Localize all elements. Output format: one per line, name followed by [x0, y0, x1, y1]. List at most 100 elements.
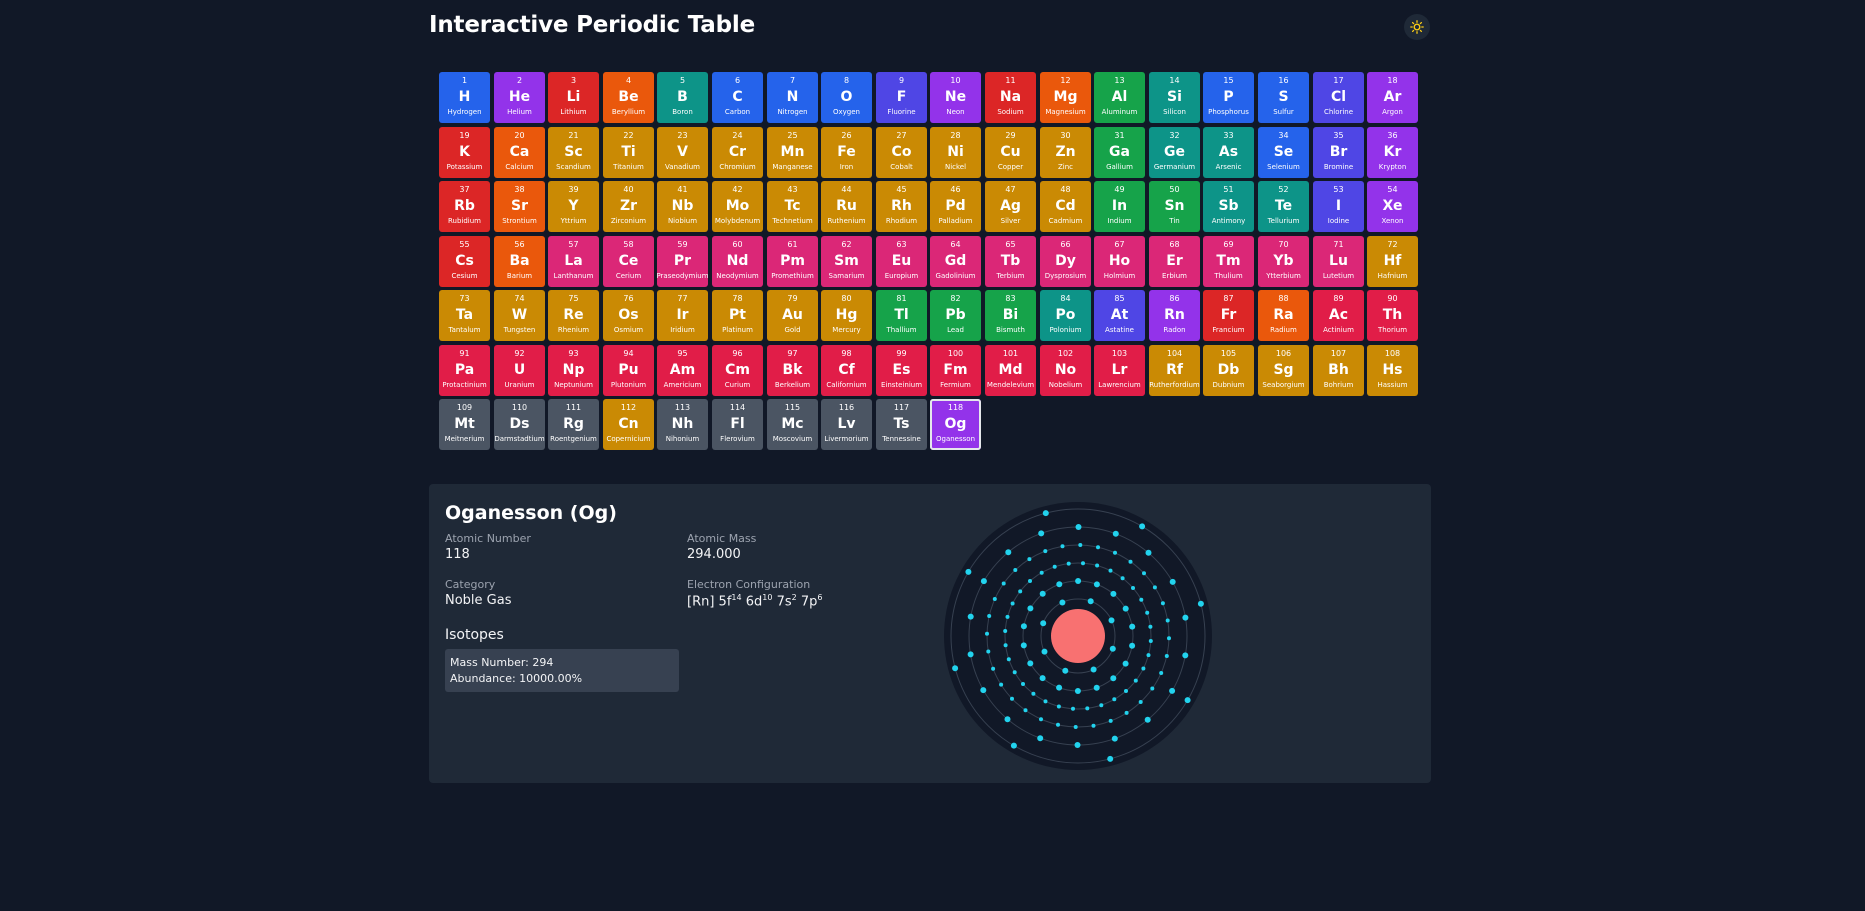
- element-cell-vanadium[interactable]: 23 V Vanadium: [657, 127, 708, 178]
- element-cell-samarium[interactable]: 62 Sm Samarium: [821, 236, 872, 287]
- element-cell-lithium[interactable]: 3 Li Lithium: [548, 72, 599, 123]
- element-cell-helium[interactable]: 2 He Helium: [494, 72, 545, 123]
- element-cell-dysprosium[interactable]: 66 Dy Dysprosium: [1040, 236, 1091, 287]
- element-cell-europium[interactable]: 63 Eu Europium: [876, 236, 927, 287]
- element-cell-plutonium[interactable]: 94 Pu Plutonium: [603, 345, 654, 396]
- element-cell-barium[interactable]: 56 Ba Barium: [494, 236, 545, 287]
- element-cell-flerovium[interactable]: 114 Fl Flerovium: [712, 399, 763, 450]
- element-cell-neodymium[interactable]: 60 Nd Neodymium: [712, 236, 763, 287]
- element-cell-rutherfordium[interactable]: 104 Rf Rutherfordium: [1149, 345, 1200, 396]
- element-cell-mendelevium[interactable]: 101 Md Mendelevium: [985, 345, 1036, 396]
- element-cell-arsenic[interactable]: 33 As Arsenic: [1203, 127, 1254, 178]
- element-cell-promethium[interactable]: 61 Pm Promethium: [767, 236, 818, 287]
- element-cell-tantalum[interactable]: 73 Ta Tantalum: [439, 290, 490, 341]
- element-cell-copper[interactable]: 29 Cu Copper: [985, 127, 1036, 178]
- element-cell-thallium[interactable]: 81 Tl Thallium: [876, 290, 927, 341]
- element-cell-oganesson[interactable]: 118 Og Oganesson: [930, 399, 981, 450]
- element-cell-platinum[interactable]: 78 Pt Platinum: [712, 290, 763, 341]
- element-cell-silver[interactable]: 47 Ag Silver: [985, 181, 1036, 232]
- theme-toggle-button[interactable]: [1404, 14, 1430, 40]
- element-cell-lutetium[interactable]: 71 Lu Lutetium: [1313, 236, 1364, 287]
- element-cell-roentgenium[interactable]: 111 Rg Roentgenium: [548, 399, 599, 450]
- element-cell-neon[interactable]: 10 Ne Neon: [930, 72, 981, 123]
- element-cell-lawrencium[interactable]: 103 Lr Lawrencium: [1094, 345, 1145, 396]
- element-cell-germanium[interactable]: 32 Ge Germanium: [1149, 127, 1200, 178]
- element-cell-chlorine[interactable]: 17 Cl Chlorine: [1313, 72, 1364, 123]
- element-cell-tin[interactable]: 50 Sn Tin: [1149, 181, 1200, 232]
- element-cell-scandium[interactable]: 21 Sc Scandium: [548, 127, 599, 178]
- element-cell-hydrogen[interactable]: 1 H Hydrogen: [439, 72, 490, 123]
- element-cell-niobium[interactable]: 41 Nb Niobium: [657, 181, 708, 232]
- element-cell-dubnium[interactable]: 105 Db Dubnium: [1203, 345, 1254, 396]
- element-cell-antimony[interactable]: 51 Sb Antimony: [1203, 181, 1254, 232]
- element-cell-radon[interactable]: 86 Rn Radon: [1149, 290, 1200, 341]
- element-cell-terbium[interactable]: 65 Tb Terbium: [985, 236, 1036, 287]
- element-cell-palladium[interactable]: 46 Pd Palladium: [930, 181, 981, 232]
- element-cell-thorium[interactable]: 90 Th Thorium: [1367, 290, 1418, 341]
- element-cell-oxygen[interactable]: 8 O Oxygen: [821, 72, 872, 123]
- element-cell-krypton[interactable]: 36 Kr Krypton: [1367, 127, 1418, 178]
- element-cell-rhodium[interactable]: 45 Rh Rhodium: [876, 181, 927, 232]
- element-cell-erbium[interactable]: 68 Er Erbium: [1149, 236, 1200, 287]
- element-cell-iron[interactable]: 26 Fe Iron: [821, 127, 872, 178]
- element-cell-curium[interactable]: 96 Cm Curium: [712, 345, 763, 396]
- element-cell-beryllium[interactable]: 4 Be Beryllium: [603, 72, 654, 123]
- element-cell-uranium[interactable]: 92 U Uranium: [494, 345, 545, 396]
- element-cell-technetium[interactable]: 43 Tc Technetium: [767, 181, 818, 232]
- element-cell-titanium[interactable]: 22 Ti Titanium: [603, 127, 654, 178]
- element-cell-fermium[interactable]: 100 Fm Fermium: [930, 345, 981, 396]
- element-cell-francium[interactable]: 87 Fr Francium: [1203, 290, 1254, 341]
- element-cell-bismuth[interactable]: 83 Bi Bismuth: [985, 290, 1036, 341]
- element-cell-gallium[interactable]: 31 Ga Gallium: [1094, 127, 1145, 178]
- element-cell-polonium[interactable]: 84 Po Polonium: [1040, 290, 1091, 341]
- element-cell-tungsten[interactable]: 74 W Tungsten: [494, 290, 545, 341]
- element-cell-iridium[interactable]: 77 Ir Iridium: [657, 290, 708, 341]
- element-cell-copernicium[interactable]: 112 Cn Copernicium: [603, 399, 654, 450]
- element-cell-phosphorus[interactable]: 15 P Phosphorus: [1203, 72, 1254, 123]
- element-cell-silicon[interactable]: 14 Si Silicon: [1149, 72, 1200, 123]
- element-cell-yttrium[interactable]: 39 Y Yttrium: [548, 181, 599, 232]
- element-cell-rubidium[interactable]: 37 Rb Rubidium: [439, 181, 490, 232]
- element-cell-rhenium[interactable]: 75 Re Rhenium: [548, 290, 599, 341]
- element-cell-lead[interactable]: 82 Pb Lead: [930, 290, 981, 341]
- element-cell-gold[interactable]: 79 Au Gold: [767, 290, 818, 341]
- element-cell-sulfur[interactable]: 16 S Sulfur: [1258, 72, 1309, 123]
- element-cell-sodium[interactable]: 11 Na Sodium: [985, 72, 1036, 123]
- element-cell-argon[interactable]: 18 Ar Argon: [1367, 72, 1418, 123]
- element-cell-holmium[interactable]: 67 Ho Holmium: [1094, 236, 1145, 287]
- element-cell-bohrium[interactable]: 107 Bh Bohrium: [1313, 345, 1364, 396]
- element-cell-nihonium[interactable]: 113 Nh Nihonium: [657, 399, 708, 450]
- element-cell-xenon[interactable]: 54 Xe Xenon: [1367, 181, 1418, 232]
- element-cell-chromium[interactable]: 24 Cr Chromium: [712, 127, 763, 178]
- element-cell-hassium[interactable]: 108 Hs Hassium: [1367, 345, 1418, 396]
- element-cell-tellurium[interactable]: 52 Te Tellurium: [1258, 181, 1309, 232]
- element-cell-californium[interactable]: 98 Cf Californium: [821, 345, 872, 396]
- element-cell-moscovium[interactable]: 115 Mc Moscovium: [767, 399, 818, 450]
- element-cell-aluminum[interactable]: 13 Al Aluminum: [1094, 72, 1145, 123]
- element-cell-molybdenum[interactable]: 42 Mo Molybdenum: [712, 181, 763, 232]
- element-cell-zirconium[interactable]: 40 Zr Zirconium: [603, 181, 654, 232]
- element-cell-carbon[interactable]: 6 C Carbon: [712, 72, 763, 123]
- element-cell-boron[interactable]: 5 B Boron: [657, 72, 708, 123]
- element-cell-fluorine[interactable]: 9 F Fluorine: [876, 72, 927, 123]
- element-cell-radium[interactable]: 88 Ra Radium: [1258, 290, 1309, 341]
- element-cell-magnesium[interactable]: 12 Mg Magnesium: [1040, 72, 1091, 123]
- element-cell-calcium[interactable]: 20 Ca Calcium: [494, 127, 545, 178]
- element-cell-osmium[interactable]: 76 Os Osmium: [603, 290, 654, 341]
- element-cell-manganese[interactable]: 25 Mn Manganese: [767, 127, 818, 178]
- element-cell-americium[interactable]: 95 Am Americium: [657, 345, 708, 396]
- element-cell-cadmium[interactable]: 48 Cd Cadmium: [1040, 181, 1091, 232]
- element-cell-selenium[interactable]: 34 Se Selenium: [1258, 127, 1309, 178]
- element-cell-tennessine[interactable]: 117 Ts Tennessine: [876, 399, 927, 450]
- element-cell-einsteinium[interactable]: 99 Es Einsteinium: [876, 345, 927, 396]
- element-cell-indium[interactable]: 49 In Indium: [1094, 181, 1145, 232]
- element-cell-livermorium[interactable]: 116 Lv Livermorium: [821, 399, 872, 450]
- element-cell-nobelium[interactable]: 102 No Nobelium: [1040, 345, 1091, 396]
- element-cell-neptunium[interactable]: 93 Np Neptunium: [548, 345, 599, 396]
- element-cell-hafnium[interactable]: 72 Hf Hafnium: [1367, 236, 1418, 287]
- element-cell-berkelium[interactable]: 97 Bk Berkelium: [767, 345, 818, 396]
- element-cell-seaborgium[interactable]: 106 Sg Seaborgium: [1258, 345, 1309, 396]
- element-cell-strontium[interactable]: 38 Sr Strontium: [494, 181, 545, 232]
- element-cell-ruthenium[interactable]: 44 Ru Ruthenium: [821, 181, 872, 232]
- element-cell-cerium[interactable]: 58 Ce Cerium: [603, 236, 654, 287]
